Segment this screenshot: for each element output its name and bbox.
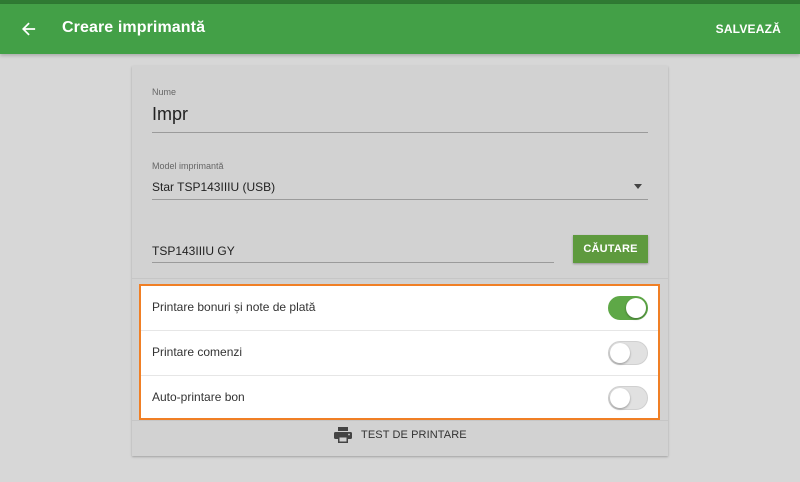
page-title: Creare imprimantă — [62, 19, 206, 36]
toggle-label-orders: Printare comenzi — [152, 345, 243, 359]
section-divider-bottom — [132, 420, 668, 421]
toggle-label-auto-print: Auto-printare bon — [152, 390, 245, 404]
print-options-highlight: Printare bonuri și note de plată Printar… — [139, 284, 660, 420]
app-bar: Creare imprimantă SALVEAZĂ — [0, 4, 800, 54]
toggle-row-auto-print: Auto-printare bon — [141, 376, 658, 420]
printer-icon — [334, 427, 352, 443]
model-select[interactable]: Star TSP143IIIU (USB) — [152, 180, 275, 194]
switch-knob — [610, 388, 630, 408]
name-field-label: Nume — [152, 87, 177, 97]
model-field-label: Model imprimantă — [152, 161, 224, 171]
search-input-underline — [152, 262, 554, 263]
toggle-row-orders: Printare comenzi — [141, 331, 658, 375]
switch-knob — [610, 343, 630, 363]
search-button[interactable]: CĂUTARE — [573, 235, 648, 263]
switch-knob — [626, 298, 646, 318]
section-divider — [132, 278, 668, 279]
test-print-button[interactable]: TEST DE PRINTARE — [334, 426, 467, 444]
arrow-left-icon — [22, 22, 36, 36]
toggle-print-receipts[interactable] — [608, 296, 648, 320]
save-button[interactable]: SALVEAZĂ — [716, 22, 781, 36]
toggle-print-orders[interactable] — [608, 341, 648, 365]
toggle-row-receipts: Printare bonuri și note de plată — [141, 286, 658, 330]
search-input[interactable]: TSP143IIIU GY — [152, 244, 235, 258]
toggle-label-receipts: Printare bonuri și note de plată — [152, 300, 316, 314]
name-field-underline — [152, 132, 648, 133]
toggle-auto-print[interactable] — [608, 386, 648, 410]
test-print-label: TEST DE PRINTARE — [361, 429, 467, 441]
back-button[interactable] — [14, 14, 44, 44]
model-select-underline — [152, 199, 648, 200]
name-field[interactable]: Impr — [152, 104, 188, 125]
dropdown-arrow-icon[interactable] — [634, 184, 642, 189]
